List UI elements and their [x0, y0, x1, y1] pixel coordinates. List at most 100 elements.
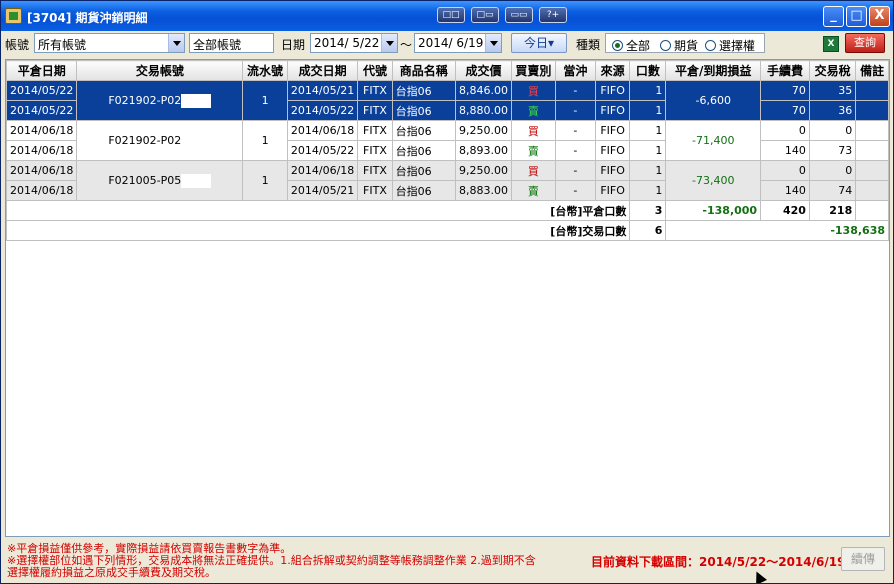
- radio-dot-icon: [705, 40, 716, 51]
- layout-icon-3[interactable]: ▭▭: [505, 7, 533, 23]
- col-header-note[interactable]: 備註: [855, 60, 889, 81]
- cell-close-date: 2014/06/18: [6, 160, 78, 181]
- today-button[interactable]: 今日▾: [511, 33, 567, 53]
- date-from-value: 2014/ 5/22: [314, 36, 380, 50]
- col-header-price[interactable]: 成交價: [454, 60, 512, 81]
- summary-row-trade: [台幣]交易口數 6 -138,638: [6, 220, 889, 241]
- cell-trade-date: 2014/06/18: [286, 160, 359, 181]
- cell-qty: 1: [629, 120, 667, 141]
- radio-futures[interactable]: 期貨: [660, 37, 698, 54]
- table-row[interactable]: 2014/06/18 F021902-P02 1 2014/06/18 FITX 台指06…: [6, 120, 889, 161]
- cell-source: FIFO: [594, 140, 631, 161]
- cell-side: 賣: [510, 180, 556, 201]
- col-header-side[interactable]: 買賣別: [510, 60, 556, 81]
- col-header-serial[interactable]: 流水號: [242, 60, 288, 81]
- cell-serial: 1: [242, 80, 288, 121]
- cell-price: 9,250.00: [454, 120, 512, 141]
- radio-dot-icon: [660, 40, 671, 51]
- summary-close-note: [855, 200, 889, 221]
- maximize-button[interactable]: □: [846, 6, 867, 27]
- cell-day-trade: -: [554, 180, 596, 201]
- account-select-value: 所有帳號: [38, 38, 87, 52]
- redacted-block: [181, 93, 212, 108]
- chevron-down-icon[interactable]: [485, 34, 501, 52]
- account-name-field[interactable]: 全部帳號: [189, 33, 274, 53]
- date-to-value: 2014/ 6/19: [418, 36, 484, 50]
- cell-fee: 140: [760, 180, 810, 201]
- date-from-picker[interactable]: 2014/ 5/22: [310, 33, 398, 53]
- col-header-close-date[interactable]: 平倉日期: [6, 60, 78, 81]
- cell-qty: 1: [629, 80, 667, 101]
- col-header-qty[interactable]: 口數: [629, 60, 667, 81]
- cell-day-trade: -: [554, 160, 596, 181]
- close-button[interactable]: X: [869, 6, 890, 27]
- account-select[interactable]: 所有帳號: [34, 33, 185, 53]
- minimize-button[interactable]: _: [823, 6, 844, 27]
- cell-code: FITX: [357, 120, 393, 141]
- cell-note: [855, 180, 889, 201]
- table-row[interactable]: 2014/06/18 F021005-P05 1 2014/06/18 FITX 台指06…: [6, 160, 889, 201]
- cell-day-trade: -: [554, 120, 596, 141]
- summary-close-tax: 218: [808, 200, 857, 221]
- radio-dot-icon: [612, 40, 623, 51]
- radio-options-label: 選擇權: [719, 39, 756, 53]
- date-to-picker[interactable]: 2014/ 6/19: [414, 33, 502, 53]
- cell-account: F021902-P02: [76, 120, 244, 161]
- cell-fee: 140: [760, 140, 810, 161]
- radio-all[interactable]: 全部: [612, 37, 650, 54]
- col-header-trade-date[interactable]: 成交日期: [286, 60, 359, 81]
- cell-side: 賣: [510, 100, 556, 121]
- radio-options[interactable]: 選擇權: [705, 37, 755, 54]
- query-button[interactable]: 查詢: [845, 33, 885, 53]
- layout-icon-1[interactable]: □□: [437, 7, 465, 23]
- table-header-row: 平倉日期 交易帳號 流水號 成交日期 代號 商品名稱 成交價 買賣別 當沖 來源 口數 平倉/到期損益…: [6, 60, 889, 81]
- cell-note: [855, 160, 889, 181]
- cell-price: 8,846.00: [454, 80, 512, 101]
- cell-price: 8,880.00: [454, 100, 512, 121]
- col-header-fee[interactable]: 手續費: [760, 60, 810, 81]
- summary-trade-label: [台幣]交易口數: [6, 220, 631, 241]
- title-bar[interactable]: [3704] 期貨沖銷明細 □□ □▭ ▭▭ ?+ _ □ X: [1, 1, 893, 31]
- redacted-block: [181, 133, 212, 148]
- table-row[interactable]: 2014/05/22 F021902-P02 1 2014/05/21 FITX 台指06…: [6, 80, 889, 121]
- cell-code: FITX: [357, 80, 393, 101]
- cell-fee: 0: [760, 160, 810, 181]
- cell-product: 台指06: [391, 100, 456, 121]
- footer-note-3: 選擇權履約損益之原成交手續費及期交稅。: [7, 566, 216, 579]
- help-icon[interactable]: ?+: [539, 7, 567, 23]
- cell-source: FIFO: [594, 100, 631, 121]
- radio-all-label: 全部: [626, 39, 651, 53]
- cell-code: FITX: [357, 140, 393, 161]
- cell-fee: 70: [760, 100, 810, 121]
- cell-tax: 0: [808, 160, 857, 181]
- cell-trade-date: 2014/05/22: [286, 100, 359, 121]
- download-range-text: 目前資料下載區間：2014/5/22～2014/6/19: [591, 555, 846, 569]
- col-header-pnl[interactable]: 平倉/到期損益: [665, 60, 762, 81]
- continue-download-button[interactable]: 續傳: [841, 547, 885, 571]
- type-radio-group: 全部 期貨 選擇權: [605, 33, 765, 53]
- account-number: F021902-P02: [108, 93, 182, 107]
- summary-trade-total: -138,638: [665, 220, 889, 241]
- col-header-tax[interactable]: 交易稅: [808, 60, 857, 81]
- excel-icon[interactable]: X: [823, 36, 839, 52]
- col-header-code[interactable]: 代號: [357, 60, 393, 81]
- cell-qty: 1: [629, 100, 667, 121]
- cell-fee: 70: [760, 80, 810, 101]
- chevron-down-icon[interactable]: [381, 34, 397, 52]
- chevron-down-icon[interactable]: [168, 34, 184, 52]
- cell-code: FITX: [357, 180, 393, 201]
- cell-pnl: -71,400: [665, 120, 762, 161]
- cell-tax: 35: [808, 80, 857, 101]
- col-header-day-trade[interactable]: 當沖: [554, 60, 596, 81]
- cell-tax: 74: [808, 180, 857, 201]
- cell-note: [855, 120, 889, 141]
- cell-code: FITX: [357, 100, 393, 121]
- cell-close-date: 2014/05/22: [6, 80, 78, 101]
- col-header-account[interactable]: 交易帳號: [76, 60, 244, 81]
- col-header-source[interactable]: 來源: [594, 60, 631, 81]
- col-header-product[interactable]: 商品名稱: [391, 60, 456, 81]
- cell-pnl: -6,600: [665, 80, 762, 121]
- layout-icon-2[interactable]: □▭: [471, 7, 499, 23]
- cell-account: F021902-P02: [76, 80, 244, 121]
- results-grid[interactable]: 平倉日期 交易帳號 流水號 成交日期 代號 商品名稱 成交價 買賣別 當沖 來源 口數 平倉/到期損益…: [5, 59, 890, 537]
